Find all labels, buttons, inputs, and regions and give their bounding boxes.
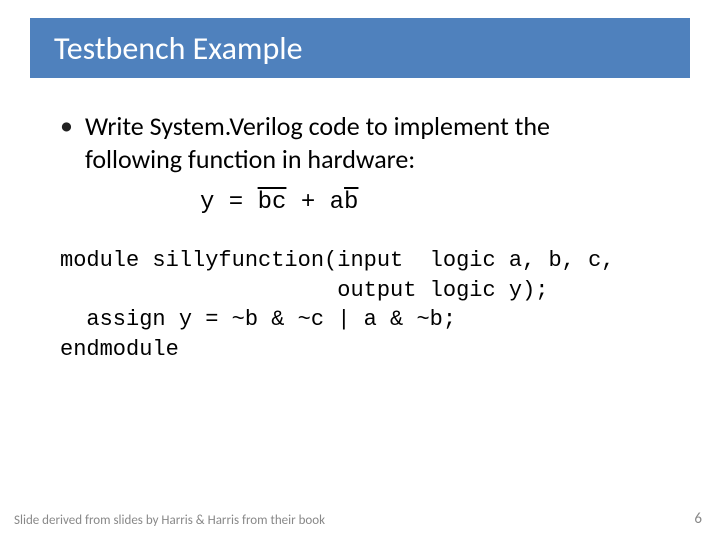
code-line-1: module sillyfunction(input logic a, b, c… (60, 248, 615, 273)
eq-term2-a: a (330, 189, 344, 216)
bullet-item: • Write System.Verilog code to implement… (60, 110, 680, 175)
code-line-4: endmodule (60, 337, 179, 362)
page-number: 6 (694, 510, 702, 528)
content-area: • Write System.Verilog code to implement… (60, 110, 680, 365)
eq-term1-bar: bc (258, 189, 287, 216)
slide-title: Testbench Example (30, 29, 303, 68)
bullet-marker: • (60, 110, 73, 141)
bullet-text: Write System.Verilog code to implement t… (85, 110, 550, 175)
bullet-line-1: Write System.Verilog code to implement t… (85, 110, 550, 142)
equation: y = bc + ab (200, 189, 680, 216)
eq-lhs: y = (200, 189, 258, 216)
code-line-3: assign y = ~b & ~c | a & ~b; (60, 307, 456, 332)
code-block: module sillyfunction(input logic a, b, c… (60, 246, 680, 365)
bullet-line-2: following function in hardware: (85, 143, 415, 175)
code-line-2: output logic y); (60, 278, 548, 303)
footer-attribution: Slide derived from slides by Harris & Ha… (14, 513, 325, 528)
title-bar: Testbench Example (30, 18, 690, 78)
eq-plus: + (286, 189, 329, 216)
eq-term2-b-bar: b (344, 189, 358, 216)
